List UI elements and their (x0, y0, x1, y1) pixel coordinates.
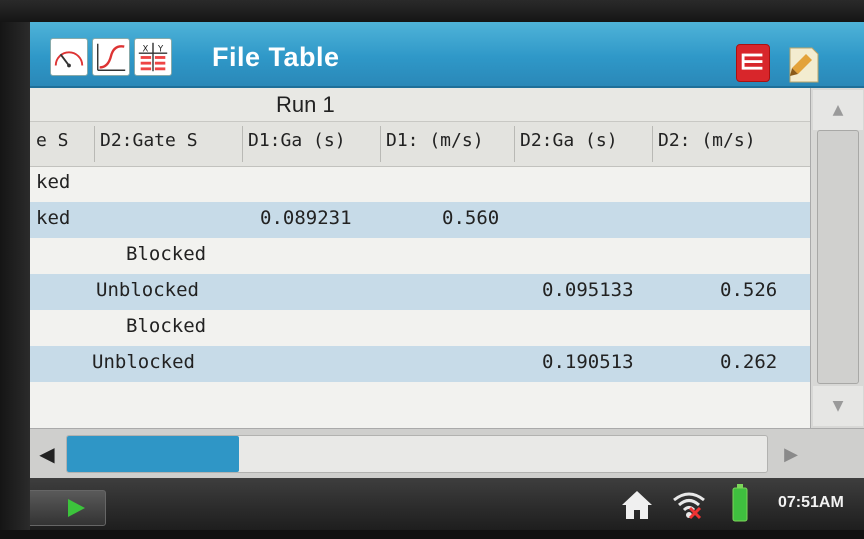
column-header[interactable]: e S (36, 130, 92, 158)
status-bar: 07:51AM (30, 478, 864, 530)
column-divider (94, 126, 95, 162)
window-title: File Table (212, 42, 340, 72)
table-cell: Unblocked (92, 351, 195, 373)
notes-button[interactable] (736, 44, 770, 82)
battery-icon (732, 484, 748, 522)
clock: 07:51AM (778, 494, 844, 511)
column-header[interactable]: D1: (m/s) (386, 130, 512, 158)
table-cell: 0.190513 (542, 351, 634, 373)
horizontal-scroll-track[interactable] (66, 435, 768, 473)
vertical-scrollbar[interactable]: ▲ ▼ (810, 88, 864, 428)
table-cell: 0.526 (720, 279, 778, 301)
run-label: Run 1 (276, 92, 335, 117)
table-cell: 0.089231 (260, 207, 352, 229)
table-row[interactable]: Unblocked 0.095133 0.526 (30, 274, 810, 310)
svg-text:Y: Y (157, 44, 164, 54)
column-header[interactable]: D2:Ga (s) (520, 130, 650, 158)
title-bar: XY File Table (30, 22, 864, 88)
start-collection-button[interactable] (30, 490, 106, 526)
journal-icon[interactable] (782, 44, 822, 84)
meter-icon[interactable] (50, 38, 88, 76)
svg-text:X: X (142, 44, 148, 54)
scroll-left-icon[interactable]: ◀ (32, 435, 62, 473)
vertical-scroll-thumb[interactable] (817, 130, 859, 384)
data-table: Run 1 e S D2:Gate S D1:Ga (s) D1: (m/s) … (30, 88, 810, 428)
table-cell: 0.262 (720, 351, 778, 373)
horizontal-scroll-thumb[interactable] (67, 436, 239, 472)
column-divider (380, 126, 381, 162)
column-header[interactable]: D2:Gate S (100, 130, 238, 158)
graph-icon[interactable] (92, 38, 130, 76)
table-row[interactable]: Blocked (30, 310, 810, 346)
scroll-right-icon[interactable]: ▶ (776, 435, 806, 473)
table-row[interactable]: ked (30, 166, 810, 202)
table-row[interactable]: ked 0.089231 0.560 (30, 202, 810, 238)
scroll-down-icon[interactable]: ▼ (813, 386, 863, 426)
device-bezel-left (0, 22, 30, 530)
device-bezel-top (0, 0, 864, 22)
table-cell: 0.560 (442, 207, 500, 229)
column-header-row: e S D2:Gate S D1:Ga (s) D1: (m/s) D2:Ga … (30, 122, 810, 167)
table-cell: ked (36, 207, 71, 229)
device-bezel-bottom (0, 530, 864, 539)
wifi-icon[interactable] (670, 486, 708, 522)
scroll-up-icon[interactable]: ▲ (813, 90, 863, 130)
table-cell: Unblocked (96, 279, 199, 301)
column-divider (514, 126, 515, 162)
column-header[interactable]: D1:Ga (s) (248, 130, 378, 158)
table-cell: Blocked (126, 315, 207, 337)
table-cell: 0.095133 (542, 279, 634, 301)
table-row[interactable]: Unblocked 0.190513 0.262 (30, 346, 810, 382)
screen: XY File Table Run 1 e S D2:Gate S D1:Ga … (30, 22, 864, 530)
run-header: Run 1 (30, 88, 810, 122)
table-row[interactable]: Blocked (30, 238, 810, 274)
table-icon[interactable]: XY (134, 38, 172, 76)
column-divider (652, 126, 653, 162)
play-icon (68, 499, 85, 517)
column-divider (242, 126, 243, 162)
table-cell: ked (36, 171, 71, 193)
horizontal-scrollbar[interactable]: ◀ ▶ (30, 428, 864, 479)
table-cell: Blocked (126, 243, 207, 265)
home-icon[interactable] (620, 488, 654, 522)
column-header[interactable]: D2: (m/s) (658, 130, 788, 158)
